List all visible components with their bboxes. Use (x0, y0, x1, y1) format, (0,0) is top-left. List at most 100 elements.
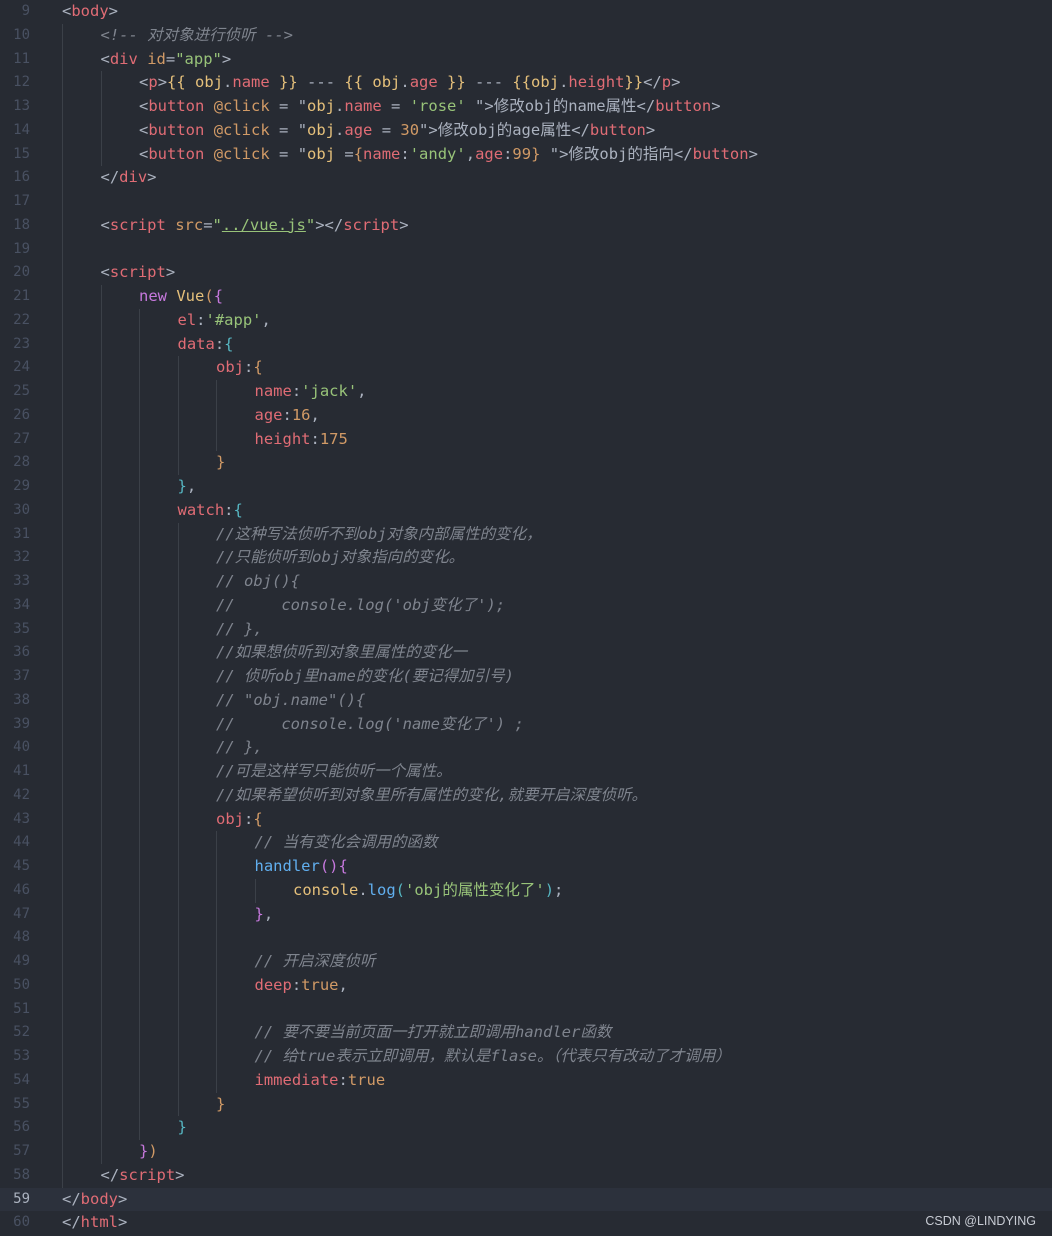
code-line[interactable]: 45 handler(){ (0, 855, 1052, 879)
indent-guide (62, 973, 63, 998)
code-line[interactable]: 59 </body> (0, 1187, 1052, 1212)
code-line[interactable]: 41 //可是这样写只能侦听一个属性。 (0, 760, 1052, 784)
code-token: --- (465, 73, 513, 92)
code-line[interactable]: 50 deep:true, (0, 973, 1052, 998)
code-line[interactable]: 28} (0, 451, 1052, 475)
code-line[interactable]: 15 <button @click = "obj ={name:'andy',ag… (0, 142, 1052, 167)
code-line[interactable]: 22 el:'#app', (0, 308, 1052, 333)
code-line[interactable]: 33 // obj(){ (0, 570, 1052, 594)
code-line[interactable]: 55} (0, 1092, 1052, 1117)
code-line[interactable]: 52 // 要不要当前页面一打开就立即调用handler函数 (0, 1021, 1052, 1045)
code-line[interactable]: 35 // }, (0, 617, 1052, 642)
code-token: p (148, 73, 158, 92)
code-line[interactable]: 38 // "obj.name"(){ (0, 688, 1052, 713)
code-line[interactable]: 48 (0, 926, 1052, 950)
code-line[interactable]: 14 <button @click = "obj.age = 30">修改obj的… (0, 118, 1052, 143)
code-line[interactable]: 17 (0, 190, 1052, 214)
code-token: { (213, 287, 224, 305)
code-line[interactable]: 46 console.log('obj的属性变化了'); (0, 878, 1052, 903)
code-line[interactable]: 34 // console.log('obj变化了'); (0, 593, 1052, 618)
indent-guide (62, 1045, 63, 1069)
indent-guide (62, 522, 63, 547)
code-line[interactable]: 56} (0, 1116, 1052, 1140)
indent-guide (216, 902, 217, 927)
indent-guide (62, 736, 63, 760)
code-line[interactable]: 54 immediate:true (0, 1068, 1052, 1093)
code-line[interactable]: 43 obj:{ (0, 807, 1052, 832)
code-line[interactable]: 42 //如果希望侦听到对象里所有属性的变化,就要开启深度侦听。 (0, 783, 1052, 808)
line-number: 9 (21, 3, 30, 19)
code-line[interactable]: 30 watch:{ (0, 498, 1052, 523)
code-line[interactable]: 53 // 给true表示立即调用，默认是flase。（代表只有改动了才调用） (0, 1045, 1052, 1069)
code-token: { (338, 857, 348, 875)
code-token: body (80, 1189, 118, 1208)
code-line[interactable]: 19 (0, 237, 1052, 262)
indent-guide (177, 1068, 179, 1093)
line-number: 52 (13, 1024, 30, 1041)
line-code: deep:true, (255, 974, 348, 998)
code-line[interactable]: 51 (0, 997, 1052, 1022)
code-token: // 要不要当前页面一打开就立即调用handler函数 (254, 1023, 612, 1042)
indent-guide (216, 1068, 217, 1093)
code-line[interactable]: 12 <p>{{ obj.name }} --- {{ obj.age }} --… (0, 71, 1052, 95)
code-line[interactable]: 60 </html> (0, 1211, 1052, 1235)
indent-guide (62, 855, 63, 879)
code-line[interactable]: 47}, (0, 902, 1052, 927)
indent-guide (62, 878, 63, 903)
code-editor[interactable]: 9 <body> 10 <!-- 对对象进行侦听 --> 11 <div id="app"… (0, 0, 1052, 1236)
code-line[interactable]: 32 //只能侦听到obj对象指向的变化。 (0, 546, 1052, 570)
code-line[interactable]: 40 // }, (0, 736, 1052, 760)
code-line[interactable]: 31 //这种写法侦听不到obj对象内部属性的变化， (0, 522, 1052, 547)
code-line[interactable]: 20 <script> (0, 261, 1052, 285)
indent-guide (177, 688, 179, 713)
indent-guide (139, 570, 140, 594)
code-token: obj (307, 120, 336, 139)
line-number: 15 (13, 145, 30, 162)
code-line[interactable]: 24 obj:{ (0, 356, 1052, 380)
code-line[interactable]: 11 <div id="app"> (0, 47, 1052, 72)
code-line[interactable]: 25 name:'jack', (0, 380, 1052, 404)
code-token: > (175, 1165, 185, 1184)
code-line[interactable]: 16 </div> (0, 166, 1052, 190)
code-lines[interactable]: 9 <body> 10 <!-- 对对象进行侦听 --> 11 <div id="app"… (0, 0, 1052, 1235)
code-line[interactable]: 44 // 当有变化会调用的函数 (0, 831, 1052, 855)
code-line[interactable]: 26 age:16, (0, 403, 1052, 428)
code-line[interactable]: 29}, (0, 475, 1052, 499)
indent-guide (139, 878, 140, 903)
code-token: @click (213, 120, 270, 139)
code-token: {{ obj (167, 73, 224, 92)
line-number: 10 (13, 26, 30, 43)
code-line[interactable]: 9 <body> (0, 0, 1052, 24)
indent-guide (216, 831, 217, 855)
indent-guide (177, 807, 179, 832)
code-line[interactable]: 57}) (0, 1140, 1052, 1164)
line-code: <body> (62, 0, 118, 24)
code-line[interactable]: 10 <!-- 对对象进行侦听 --> (0, 23, 1052, 48)
line-code: <div id="app"> (101, 48, 232, 72)
code-token: > (671, 73, 681, 92)
indent-guide (216, 878, 217, 903)
code-line[interactable]: 18 <script src="../vue.js"></script> (0, 213, 1052, 238)
indent-guide (177, 736, 179, 760)
line-number: 34 (13, 596, 30, 613)
code-line[interactable]: 36 //如果想侦听到对象里属性的变化一 (0, 641, 1052, 665)
code-line[interactable]: 23 data:{ (0, 332, 1052, 357)
code-line[interactable]: 49 // 开启深度侦听 (0, 950, 1052, 974)
line-code: // 给true表示立即调用，默认是flase。（代表只有改动了才调用） (255, 1045, 731, 1069)
line-number: 51 (13, 1000, 30, 1017)
code-line[interactable]: 21 new Vue({ (0, 285, 1052, 309)
indent-guide (139, 427, 140, 452)
code-token: true (301, 975, 339, 994)
code-token: 'jack' (301, 382, 358, 400)
code-line[interactable]: 39 // console.log('name变化了') ; (0, 712, 1052, 737)
code-token: > (157, 73, 168, 92)
code-line[interactable]: 27 height:175 (0, 427, 1052, 452)
indent-guide (100, 783, 102, 808)
code-line[interactable]: 58 </script> (0, 1163, 1052, 1188)
code-token: <!-- 对对象进行侦听 --> (100, 25, 294, 44)
indent-guide (177, 855, 179, 879)
line-code: // console.log('obj变化了'); (216, 594, 505, 618)
indent-guide (100, 1092, 102, 1117)
code-line[interactable]: 37 // 侦听obj里name的变化(要记得加引号) (0, 665, 1052, 689)
code-line[interactable]: 13 <button @click = "obj.name = 'rose' ">… (0, 95, 1052, 119)
